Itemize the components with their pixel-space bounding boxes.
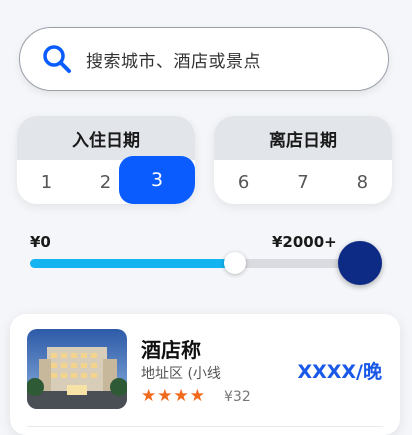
hotel-name: 酒店称	[141, 338, 201, 362]
checkin-day-selected[interactable]: 3	[119, 156, 195, 204]
search-placeholder: 搜索城市、酒店或景点	[86, 51, 261, 72]
price-slider-fill	[30, 259, 235, 268]
hotel-image	[27, 329, 127, 409]
price-slider-thumb[interactable]	[223, 252, 246, 274]
search-icon	[43, 45, 71, 73]
hotel-address: 地址区 (小线	[141, 366, 221, 382]
checkin-title: 入住日期	[17, 116, 195, 160]
search-input[interactable]: 搜索城市、酒店或景点	[19, 27, 389, 91]
checkout-day[interactable]: 7	[279, 172, 327, 193]
hotel-price: XXXX/晚	[297, 361, 382, 383]
checkout-date-picker[interactable]: 离店日期 6 7 8	[214, 116, 392, 204]
checkin-day[interactable]: 1	[23, 172, 71, 193]
divider	[27, 426, 383, 427]
hotel-review-count: ¥32	[224, 389, 251, 405]
checkout-title: 离店日期	[214, 116, 392, 160]
hotel-rating-stars: ★★★★	[141, 386, 206, 406]
price-slider-max-thumb[interactable]	[338, 241, 382, 285]
price-max-label: ¥2000+	[272, 233, 337, 251]
checkin-date-picker[interactable]: 入住日期 1 2 3	[17, 116, 195, 204]
price-min-label: ¥0	[30, 233, 51, 251]
checkout-day[interactable]: 6	[220, 172, 268, 193]
hotel-card[interactable]: 酒店称 地址区 (小线 ★★★★ ¥32 XXXX/晚	[10, 314, 400, 435]
price-slider-track[interactable]	[30, 259, 360, 268]
checkout-day[interactable]: 8	[338, 172, 386, 193]
